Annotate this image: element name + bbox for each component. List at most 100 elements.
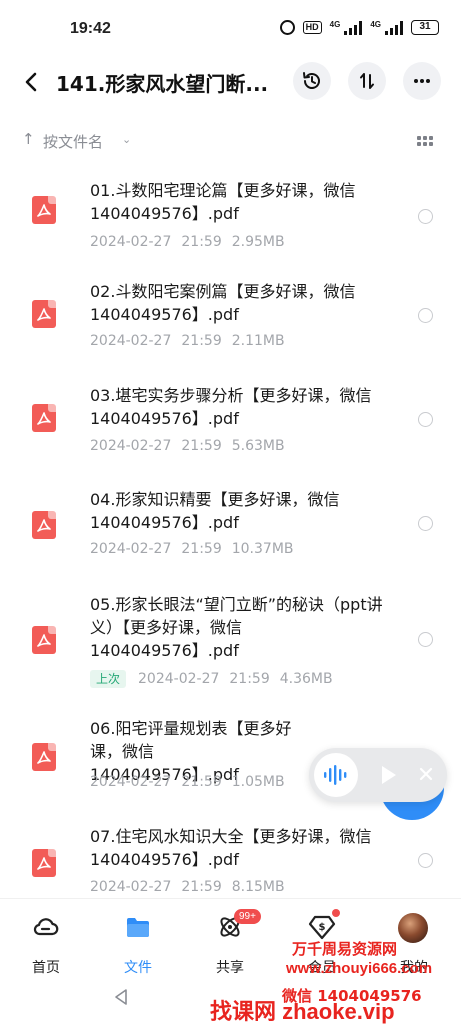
cloud-icon: [33, 918, 59, 936]
file-meta: 2024-02-27 21:59 8.15MB: [90, 879, 285, 895]
grid-view-icon[interactable]: [417, 136, 433, 147]
back-icon[interactable]: [18, 68, 46, 96]
sort-arrows-icon: [360, 73, 374, 89]
tab-label: 共享: [216, 960, 244, 976]
file-name: 07.住宅风水知识大全【更多好课，微信1404049576】.pdf: [90, 827, 372, 869]
more-button[interactable]: [403, 62, 441, 100]
watermark-line-1: 万千周易资源网: [292, 940, 398, 958]
file-time: 21:59: [181, 234, 222, 250]
file-name: 03.堪宅实务步骤分析【更多好课，微信1404049576】.pdf: [90, 386, 372, 428]
file-item[interactable]: 04.形家知识精要【更多好课，微信1404049576】.pdf 2024-02…: [0, 486, 461, 574]
file-size: 1.05MB: [231, 774, 285, 790]
chevron-down-icon[interactable]: ⌄: [122, 133, 131, 146]
last-opened-tag: 上次: [90, 670, 127, 688]
status-time: 19:42: [70, 20, 111, 37]
file-date: 2024-02-27: [90, 333, 172, 349]
pdf-icon: [32, 626, 56, 654]
tab-label: 首页: [32, 960, 60, 976]
file-date: 2024-02-27: [90, 774, 172, 790]
select-radio[interactable]: [418, 308, 433, 323]
tab-share[interactable]: 99+ 共享: [200, 909, 261, 976]
pdf-icon: [32, 404, 56, 432]
battery-icon: 31: [411, 20, 439, 35]
file-name: 01.斗数阳宅理论篇【更多好课，微信1404049576】.pdf: [90, 181, 356, 223]
file-size: 2.11MB: [231, 333, 285, 349]
sort-toggle-button[interactable]: [348, 62, 386, 100]
status-icons: HD 4G 4G 31: [279, 20, 439, 35]
status-bar: 19:42 HD 4G 4G 31: [0, 0, 461, 58]
file-time: 21:59: [181, 774, 222, 790]
close-player-button[interactable]: [417, 765, 435, 787]
file-name: 05.形家长眼法“望门立断”的秘诀（ppt讲义）【更多好课，微信14040495…: [90, 595, 383, 660]
file-time: 21:59: [181, 438, 222, 454]
file-size: 5.63MB: [231, 438, 285, 454]
file-size: 4.36MB: [279, 671, 333, 687]
file-size: 10.37MB: [231, 541, 294, 557]
close-icon: [419, 767, 433, 781]
system-back-icon[interactable]: [113, 987, 129, 1007]
avatar: [398, 913, 428, 943]
file-date: 2024-02-27: [138, 671, 220, 687]
tab-home[interactable]: 首页: [16, 909, 76, 976]
file-date: 2024-02-27: [90, 234, 172, 250]
audio-wave-icon: [324, 765, 347, 785]
pdf-icon: [32, 300, 56, 328]
file-time: 21:59: [181, 541, 222, 557]
file-meta: 2024-02-27 21:59 10.37MB: [90, 541, 294, 557]
select-radio[interactable]: [418, 209, 433, 224]
page-title: 141.形家风水望门断...: [56, 72, 269, 96]
watermark-line-4: 找课网 zhaoke.vip: [210, 999, 395, 1024]
notification-dot: [332, 909, 340, 917]
play-button[interactable]: [377, 764, 399, 790]
file-meta: 2024-02-27 21:59 1.05MB: [90, 774, 285, 790]
nav-bar: 141.形家风水望门断...: [0, 58, 461, 106]
pdf-icon: [32, 196, 56, 224]
network-type-label-2: 4G: [370, 20, 381, 29]
audio-wave-button[interactable]: [314, 753, 358, 797]
file-meta: 2024-02-27 21:59 5.63MB: [90, 438, 285, 454]
file-name: 02.斗数阳宅案例篇【更多好课，微信1404049576】.pdf: [90, 282, 356, 324]
play-icon: [382, 766, 396, 784]
file-time: 21:59: [229, 671, 270, 687]
hd-icon: HD: [302, 21, 322, 34]
network-type-label: 4G: [329, 20, 341, 29]
file-size: 2.95MB: [231, 234, 285, 250]
select-radio[interactable]: [418, 412, 433, 427]
sort-up-arrow-icon[interactable]: ↑: [22, 130, 35, 148]
file-size: 8.15MB: [231, 879, 285, 895]
file-item[interactable]: 02.斗数阳宅案例篇【更多好课，微信1404049576】.pdf 2024-0…: [0, 278, 461, 366]
history-icon: [303, 72, 320, 89]
file-meta: 上次 2024-02-27 21:59 4.36MB: [90, 670, 333, 688]
pdf-icon: [32, 743, 56, 771]
file-item[interactable]: 01.斗数阳宅理论篇【更多好课，微信1404049576】.pdf 2024-0…: [0, 174, 461, 262]
folder-icon: [127, 918, 149, 937]
more-icon: [414, 79, 430, 83]
alarm-icon: [279, 20, 295, 35]
file-time: 21:59: [181, 333, 222, 349]
signal-icon: [344, 20, 363, 35]
select-radio[interactable]: [418, 516, 433, 531]
sort-label[interactable]: 按文件名: [43, 131, 103, 152]
floating-audio-player: [309, 748, 447, 802]
pdf-icon: [32, 849, 56, 877]
file-meta: 2024-02-27 21:59 2.95MB: [90, 234, 285, 250]
file-meta: 2024-02-27 21:59 2.11MB: [90, 333, 285, 349]
file-item[interactable]: 05.形家长眼法“望门立断”的秘诀（ppt讲义）【更多好课，微信14040495…: [0, 592, 461, 702]
svg-text:$: $: [319, 922, 326, 933]
file-name: 04.形家知识精要【更多好课，微信1404049576】.pdf: [90, 490, 340, 532]
signal-icon-2: [385, 20, 403, 35]
notification-badge: 99+: [234, 909, 261, 924]
tab-files[interactable]: 文件: [108, 909, 168, 976]
history-button[interactable]: [293, 62, 331, 100]
file-date: 2024-02-27: [90, 438, 172, 454]
file-date: 2024-02-27: [90, 879, 172, 895]
tab-label: 文件: [124, 960, 152, 976]
select-radio[interactable]: [418, 853, 433, 868]
file-date: 2024-02-27: [90, 541, 172, 557]
sort-row: ↑ 按文件名 ⌄: [0, 124, 461, 158]
vip-icon: $: [308, 915, 336, 940]
file-item[interactable]: 03.堪宅实务步骤分析【更多好课，微信1404049576】.pdf 2024-…: [0, 382, 461, 470]
watermark-line-2: www.zhouyi666.com: [286, 960, 433, 977]
select-radio[interactable]: [418, 632, 433, 647]
file-time: 21:59: [181, 879, 222, 895]
